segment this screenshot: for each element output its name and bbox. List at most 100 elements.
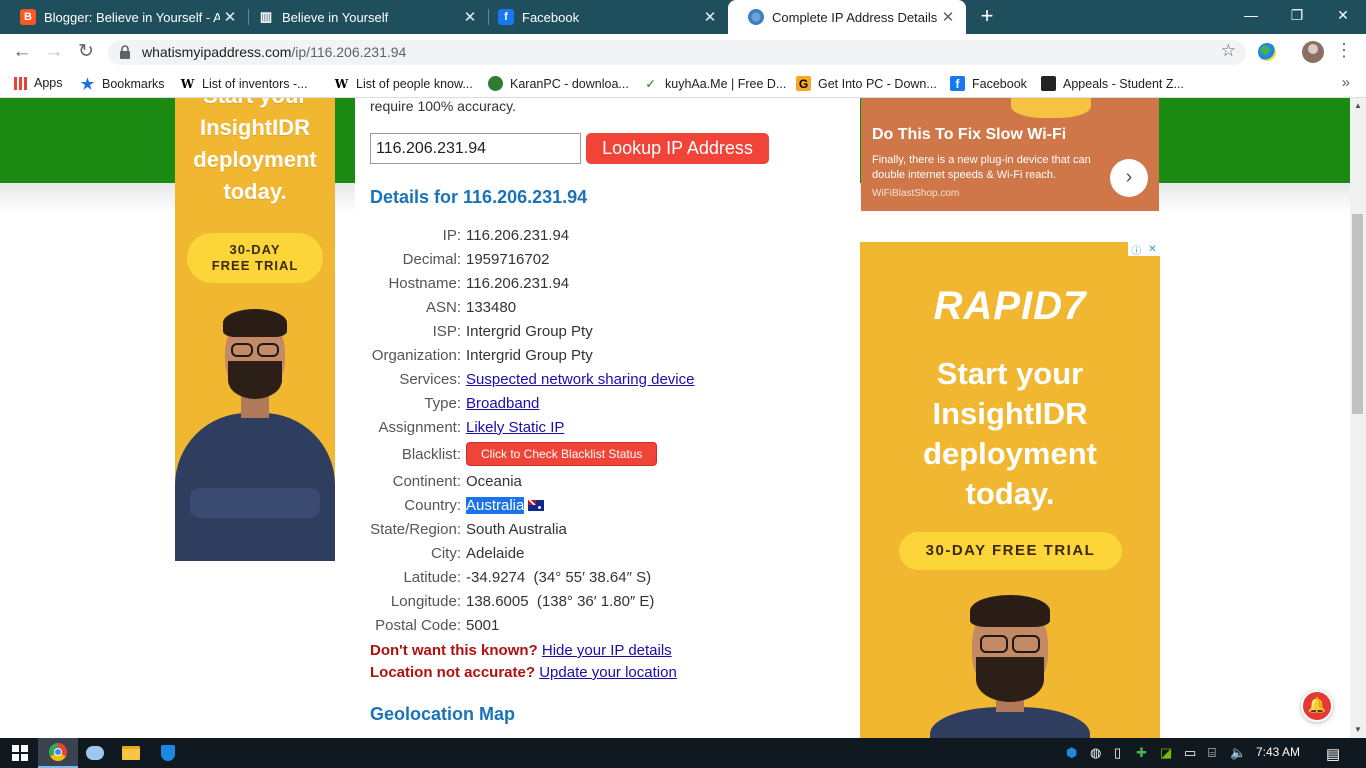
close-tab-icon[interactable]: ✕	[938, 8, 958, 26]
usb-tray-icon[interactable]: ▯	[1114, 745, 1121, 761]
detail-row-latitude: Latitude: -34.9274 (34° 55′ 38.64″ S)	[403, 568, 652, 586]
detail-row-organization: Organization: Intergrid Group Pty	[371, 346, 593, 364]
bookmark-star-icon[interactable]: ☆	[1221, 41, 1236, 61]
wifi-ad-banner[interactable]: Do This To Fix Slow Wi-Fi Finally, there…	[861, 98, 1159, 211]
detail-row-isp: ISP: Intergrid Group Pty	[432, 322, 593, 340]
detail-row-region: State/Region: South Australia	[370, 520, 567, 538]
forward-arrow-icon[interactable]: →	[41, 39, 67, 65]
wikipedia-icon: W	[180, 76, 195, 91]
cloud-app-taskbar-icon[interactable]	[75, 738, 115, 768]
profile-avatar[interactable]	[1302, 41, 1324, 63]
apps-grid-icon	[14, 76, 27, 90]
check-blacklist-button[interactable]: Click to Check Blacklist Status	[466, 442, 658, 466]
book-icon: ▥	[259, 9, 273, 24]
ip-lookup-input[interactable]	[370, 133, 581, 164]
star-icon: ★	[80, 75, 95, 93]
services-link[interactable]: Suspected network sharing device	[466, 371, 694, 388]
appeals-icon	[1041, 76, 1056, 91]
close-tab-icon[interactable]: ✕	[220, 8, 240, 26]
file-explorer-icon[interactable]	[111, 738, 151, 768]
ad-arrow-button[interactable]: ›	[1110, 159, 1148, 197]
security-taskbar-icon[interactable]	[148, 738, 188, 768]
ad-cta-button[interactable]: 30-DAY FREE TRIAL	[899, 532, 1122, 570]
bookmark-getintopc[interactable]: G Get Into PC - Down...	[796, 76, 937, 91]
bookmark-apps[interactable]: Apps	[14, 76, 63, 90]
shield-tray-icon[interactable]: ⬢	[1066, 745, 1077, 761]
bookmark-kuyhaa[interactable]: ✓ kuyhAa.Me | Free D...	[643, 76, 786, 91]
ad-close-icon[interactable]: ✕	[1148, 244, 1156, 255]
vertical-scrollbar[interactable]: ▲ ▼	[1350, 98, 1366, 738]
detail-row-blacklist: Blacklist: Click to Check Blacklist Statu…	[370, 441, 658, 467]
detail-row-country: Country: Australia	[370, 494, 545, 516]
assignment-link[interactable]: Likely Static IP	[466, 419, 564, 436]
detail-row-continent: Continent: Oceania	[392, 472, 522, 490]
globe-tray-icon[interactable]: ◍	[1090, 745, 1101, 761]
detail-row-hostname: Hostname: 116.206.231.94	[388, 274, 570, 292]
nvidia-tray-icon[interactable]: ◪	[1160, 745, 1172, 761]
defender-tray-icon[interactable]: ✚	[1136, 745, 1147, 761]
adchoices-badge[interactable]: ⓘ ✕	[1128, 242, 1160, 257]
tab-ip-details[interactable]: Complete IP Address Details for 1 ✕	[728, 0, 966, 34]
reload-icon[interactable]: ↻	[73, 39, 99, 65]
detail-row-ip: IP: 116.206.231.94	[442, 226, 570, 244]
lock-icon	[120, 45, 130, 59]
wikipedia-icon: W	[334, 76, 349, 91]
detail-row-postal-code: Postal Code: 5001	[375, 616, 500, 634]
detail-row-services: Services: Suspected network sharing devic…	[399, 370, 695, 388]
windows-start-icon[interactable]	[0, 738, 40, 768]
page-viewport: Start your InsightIDR deployment today. …	[0, 98, 1366, 738]
scroll-down-icon[interactable]: ▼	[1354, 725, 1362, 734]
scroll-thumb[interactable]	[1352, 214, 1363, 414]
type-link[interactable]: Broadband	[466, 395, 539, 412]
extension-globe-icon[interactable]	[1258, 43, 1276, 61]
url-text[interactable]: whatismyipaddress.com/ip/116.206.231.94	[142, 44, 406, 60]
detail-row-longitude: Longitude: 138.6005 (138° 36′ 1.80″ E)	[390, 592, 655, 610]
new-tab-button[interactable]: +	[976, 4, 998, 28]
scroll-up-icon[interactable]: ▲	[1354, 101, 1362, 110]
detail-row-city: City: Adelaide	[431, 544, 525, 562]
tab-facebook[interactable]: f Facebook ✕	[478, 0, 728, 34]
tab-title: Blogger: Believe in Yourself - All p	[44, 9, 220, 25]
lookup-ip-button[interactable]: Lookup IP Address	[586, 133, 769, 164]
bookmark-karanpc[interactable]: KaranPC - downloa...	[488, 76, 629, 91]
display-tray-icon[interactable]: ⌸	[1208, 745, 1216, 761]
kuyhaa-icon: ✓	[645, 76, 656, 91]
chrome-taskbar-icon[interactable]	[38, 738, 78, 768]
menu-kebab-icon[interactable]: ⋮	[1335, 40, 1353, 61]
location-notice: Location not accurate? Update your locat…	[370, 664, 677, 681]
hide-ip-notice: Don't want this known? Hide your IP deta…	[370, 642, 672, 659]
action-center-icon[interactable]: ▤	[1326, 745, 1340, 763]
australia-flag-icon	[528, 500, 545, 512]
update-location-link[interactable]: Update your location	[539, 664, 677, 681]
tab-blogger[interactable]: B Blogger: Believe in Yourself - All p ✕	[0, 0, 248, 34]
country-value[interactable]: Australia	[466, 496, 525, 514]
close-tab-icon[interactable]: ✕	[700, 8, 720, 26]
bookmark-facebook[interactable]: f Facebook	[950, 76, 1027, 91]
volume-icon[interactable]: 🔈	[1230, 745, 1246, 761]
maximize-button[interactable]: ❐	[1274, 0, 1320, 30]
ad-headline: Start your InsightIDR deployment today.	[923, 356, 1097, 511]
back-arrow-icon[interactable]: ←	[9, 39, 35, 65]
bookmark-appeals[interactable]: Appeals - Student Z...	[1041, 76, 1184, 91]
address-bar[interactable]: whatismyipaddress.com/ip/116.206.231.94 …	[108, 40, 1246, 65]
bookmarks-bar: Apps ★ Bookmarks W List of inventors -... …	[0, 70, 1366, 98]
ad-product-image	[1011, 98, 1091, 118]
bookmark-inventors[interactable]: W List of inventors -...	[180, 76, 308, 91]
left-ad-banner[interactable]: Start your InsightIDR deployment today. …	[175, 98, 335, 561]
ad-info-icon[interactable]: ⓘ	[1131, 242, 1141, 257]
ad-cta-button[interactable]: 30-DAY FREE TRIAL	[187, 233, 323, 283]
tab-believe[interactable]: ▥ Believe in Yourself ✕	[238, 0, 488, 34]
close-window-button[interactable]: ✕	[1320, 0, 1366, 30]
facebook-icon: f	[950, 76, 965, 91]
hide-ip-link[interactable]: Hide your IP details	[542, 642, 672, 659]
close-tab-icon[interactable]: ✕	[460, 8, 480, 26]
network-tray-icon[interactable]: ▭	[1184, 745, 1196, 761]
taskbar-clock[interactable]: 7:43 AM	[1256, 745, 1300, 759]
bookmarks-overflow-icon[interactable]: »	[1342, 74, 1350, 91]
notification-bell-button[interactable]: 🔔	[1301, 690, 1333, 722]
detail-row-decimal: Decimal: 1959716702	[402, 250, 550, 268]
bookmark-people[interactable]: W List of people know...	[334, 76, 473, 91]
bookmark-bookmarks[interactable]: ★ Bookmarks	[80, 75, 165, 93]
minimize-button[interactable]: —	[1228, 0, 1274, 30]
right-ad-banner[interactable]: RAPID7 Start your InsightIDR deployment …	[860, 242, 1160, 738]
